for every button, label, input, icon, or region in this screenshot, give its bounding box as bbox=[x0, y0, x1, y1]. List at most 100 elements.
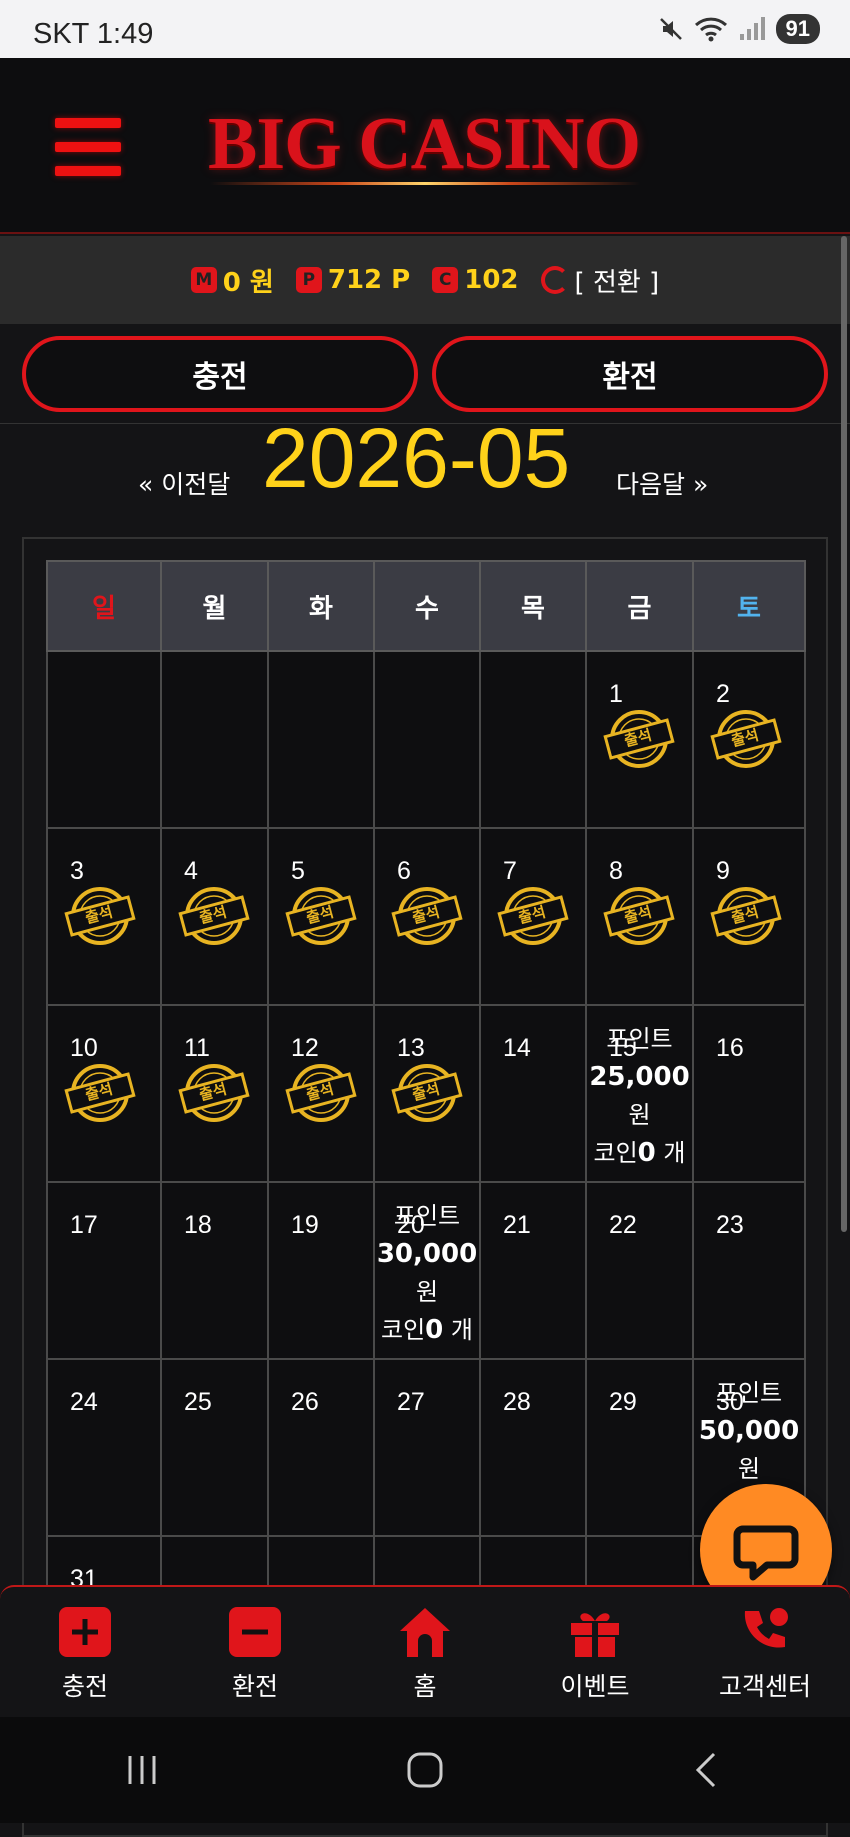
calendar-day-cell: 14 bbox=[479, 1004, 587, 1183]
calendar-day-cell: 16 bbox=[692, 1004, 806, 1183]
calendar-day-cell: 18 bbox=[160, 1181, 269, 1360]
calendar-day-cell: 17 bbox=[46, 1181, 162, 1360]
calendar-day-cell: 5 출석 bbox=[267, 827, 375, 1006]
nav-support[interactable]: 고객센터 bbox=[680, 1587, 850, 1717]
day-number: 8 bbox=[609, 857, 623, 885]
calendar-day-cell: 22 bbox=[585, 1181, 694, 1360]
day-number: 2 bbox=[716, 680, 730, 708]
calendar-day-cell: 3 출석 bbox=[46, 827, 162, 1006]
calendar-day-cell: 6 출석 bbox=[373, 827, 481, 1006]
calendar-day-cell: 10 출석 bbox=[46, 1004, 162, 1183]
nav-support-label: 고객센터 bbox=[718, 1672, 811, 1701]
nav-home-label: 홈 bbox=[413, 1672, 437, 1701]
day-number: 21 bbox=[503, 1211, 531, 1239]
money-value: 0 원 bbox=[222, 267, 274, 298]
day-number: 4 bbox=[184, 857, 198, 885]
nav-event[interactable]: 이벤트 bbox=[510, 1587, 680, 1717]
day-number: 28 bbox=[503, 1388, 531, 1416]
calendar-week-row: 24252627282930포인트50,000원코 bbox=[46, 1358, 806, 1537]
nav-event-label: 이벤트 bbox=[560, 1672, 630, 1701]
plus-icon bbox=[59, 1607, 111, 1657]
day-number: 16 bbox=[716, 1034, 744, 1062]
convert-button[interactable]: [ 전환 ] bbox=[540, 262, 660, 299]
calendar-day-cell bbox=[160, 650, 269, 829]
back-icon[interactable] bbox=[688, 1750, 728, 1790]
nav-home[interactable]: 홈 bbox=[340, 1587, 510, 1717]
calendar-day-cell: 12 출석 bbox=[267, 1004, 375, 1183]
calendar-day-cell: 25 bbox=[160, 1358, 269, 1537]
day-number: 23 bbox=[716, 1211, 744, 1239]
day-number: 18 bbox=[184, 1211, 212, 1239]
weekday-sun: 일 bbox=[46, 560, 162, 652]
reward-coin: 코인0 개 bbox=[593, 1138, 686, 1168]
calendar-body: 1 출석 2 출석 3 출석 4 출석 5 출석 6 출석 7 출석 8 출석 9 출석 10 출석 11 출석 12 출석 1… bbox=[46, 650, 806, 1714]
calendar-day-cell: 15 포인트 25,000 원 코인0 개 bbox=[585, 1004, 694, 1183]
money-balance: M 0 원 bbox=[190, 262, 274, 299]
calendar-day-cell: 11 출석 bbox=[160, 1004, 269, 1183]
day-number: 29 bbox=[609, 1388, 637, 1416]
bottom-navigation: 충전 환전 홈 이벤트 고객센터 bbox=[0, 1585, 850, 1717]
coin-balance: C 102 bbox=[432, 265, 519, 295]
next-month-link[interactable]: 다음달 » bbox=[616, 465, 708, 501]
reward-label: 포인트 bbox=[606, 1025, 673, 1053]
calendar-day-cell bbox=[46, 650, 162, 829]
calendar-day-cell: 7 출석 bbox=[479, 827, 587, 1006]
home-circle-icon[interactable] bbox=[405, 1750, 445, 1790]
money-badge-icon: M bbox=[190, 267, 217, 293]
calendar-day-cell: 9 출석 bbox=[692, 827, 806, 1006]
site-logo[interactable]: BIG CASINO bbox=[208, 102, 641, 187]
nav-charge-label: 충전 bbox=[61, 1672, 108, 1701]
reward-amount: 50,000 bbox=[698, 1416, 800, 1446]
calendar-day-cell: 2 출석 bbox=[692, 650, 806, 829]
charge-button[interactable]: 충전 bbox=[22, 336, 418, 412]
battery-indicator: 91 bbox=[775, 14, 820, 44]
day-number: 7 bbox=[503, 857, 517, 885]
calendar-day-cell: 27 bbox=[373, 1358, 481, 1537]
convert-label: [ 전환 ] bbox=[574, 267, 660, 298]
recent-apps-icon[interactable] bbox=[122, 1750, 162, 1790]
phone-icon bbox=[744, 1608, 788, 1648]
weekday-fri: 금 bbox=[585, 560, 694, 652]
reward-coin: 코인0 개 bbox=[381, 1315, 473, 1345]
status-icons: 91 bbox=[658, 14, 820, 44]
prev-month-link[interactable]: « 이전달 bbox=[138, 465, 230, 501]
day-number: 26 bbox=[291, 1388, 319, 1416]
status-bar: SKT 1:49 91 bbox=[0, 0, 850, 58]
nav-charge[interactable]: 충전 bbox=[0, 1587, 170, 1717]
menu-hamburger-icon[interactable] bbox=[55, 118, 121, 176]
mute-icon bbox=[659, 18, 682, 40]
calendar-day-cell: 29 bbox=[585, 1358, 694, 1537]
signal-icon bbox=[739, 17, 765, 40]
reward-info: 포인트 25,000 원 코인0 개 bbox=[587, 1020, 692, 1172]
calendar-day-cell: 23 bbox=[692, 1181, 806, 1360]
scrollbar[interactable] bbox=[841, 236, 847, 1232]
calendar-week-row: 10 출석 11 출석 12 출석 13 출석 14 15 포인트 25,000 원 코인0 개 16 bbox=[46, 1004, 806, 1183]
calendar-day-cell bbox=[267, 650, 375, 829]
calendar-day-cell bbox=[373, 650, 481, 829]
gift-icon bbox=[571, 1613, 619, 1657]
balance-bar: M 0 원 P 712 P C 102 [ 전환 ] bbox=[0, 236, 850, 324]
coin-badge-icon: C bbox=[432, 267, 459, 293]
day-number: 24 bbox=[70, 1388, 98, 1416]
day-number: 9 bbox=[716, 857, 730, 885]
exchange-button[interactable]: 환전 bbox=[432, 336, 828, 412]
system-navigation bbox=[0, 1717, 850, 1823]
day-number: 5 bbox=[291, 857, 305, 885]
reward-label: 포인트 bbox=[393, 1202, 461, 1230]
nav-exchange[interactable]: 환전 bbox=[170, 1587, 340, 1717]
calendar-day-cell: 20 포인트 30,000 원 코인0 개 bbox=[373, 1181, 481, 1360]
nav-exchange-label: 환전 bbox=[231, 1672, 278, 1701]
calendar-day-cell: 28 bbox=[479, 1358, 587, 1537]
coin-value: 102 bbox=[464, 265, 519, 295]
day-number: 6 bbox=[397, 857, 411, 885]
day-number: 25 bbox=[184, 1388, 212, 1416]
day-number: 13 bbox=[397, 1034, 425, 1062]
minus-icon bbox=[229, 1607, 281, 1657]
point-balance: P 712 P bbox=[295, 265, 411, 295]
calendar-day-cell: 19 bbox=[267, 1181, 375, 1360]
point-value: 712 P bbox=[327, 265, 411, 295]
carrier-time: SKT 1:49 bbox=[33, 18, 154, 50]
day-number: 19 bbox=[291, 1211, 319, 1239]
reward-unit: 원 bbox=[628, 1101, 651, 1129]
point-badge-icon: P bbox=[295, 267, 322, 293]
